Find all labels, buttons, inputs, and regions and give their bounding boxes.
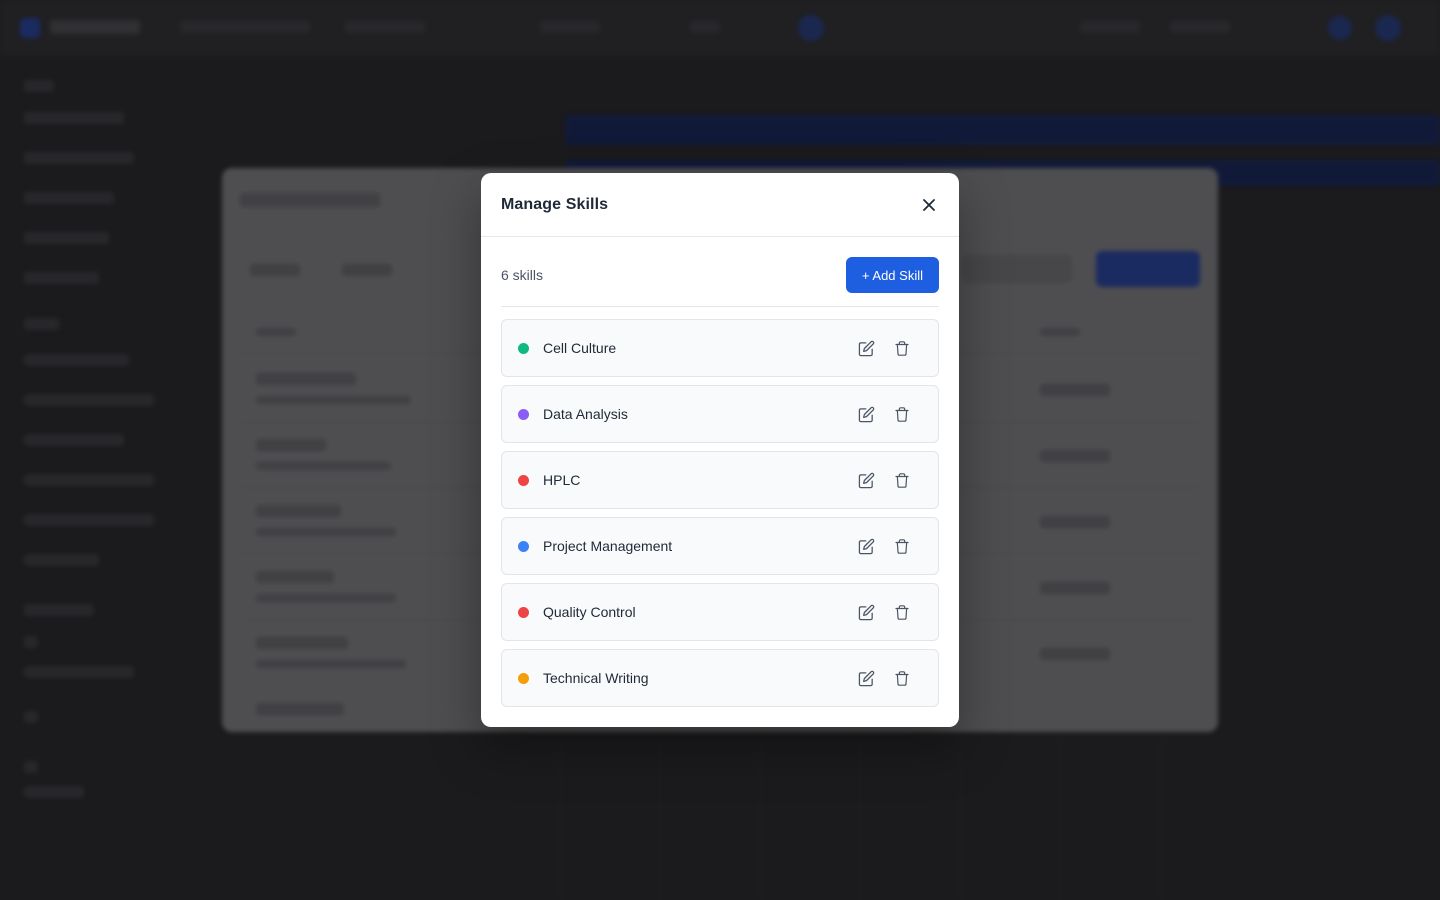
delete-skill-button[interactable]	[888, 664, 916, 692]
trash-icon	[895, 538, 909, 554]
delete-skill-button[interactable]	[888, 598, 916, 626]
trash-icon	[895, 604, 909, 620]
edit-skill-button[interactable]	[852, 598, 880, 626]
skill-actions	[852, 334, 916, 362]
skill-actions	[852, 664, 916, 692]
skill-list: Cell Culture Data Analysis HPLC Project …	[501, 319, 939, 707]
trash-icon	[895, 472, 909, 488]
skill-row: HPLC	[501, 451, 939, 509]
skill-name: Technical Writing	[543, 670, 649, 686]
delete-skill-button[interactable]	[888, 400, 916, 428]
skill-color-dot	[518, 342, 529, 354]
skill-row: Technical Writing	[501, 649, 939, 707]
skill-color-dot	[518, 540, 529, 552]
skill-color-dot	[518, 672, 529, 684]
skill-actions	[852, 466, 916, 494]
skill-color-dot	[518, 606, 529, 618]
toolbar-divider	[501, 306, 939, 307]
delete-skill-button[interactable]	[888, 334, 916, 362]
manage-skills-modal: Manage Skills 6 skills + Add Skill Cell …	[481, 173, 959, 727]
modal-body: 6 skills + Add Skill Cell Culture Data A…	[481, 237, 959, 707]
skill-row: Cell Culture	[501, 319, 939, 377]
trash-icon	[895, 340, 909, 356]
skill-name: Data Analysis	[543, 406, 628, 422]
skills-toolbar: 6 skills + Add Skill	[501, 257, 939, 293]
skill-name: HPLC	[543, 472, 581, 488]
edit-icon	[858, 406, 874, 422]
trash-icon	[895, 406, 909, 422]
skill-count: 6 skills	[501, 267, 544, 283]
skill-name: Quality Control	[543, 604, 636, 620]
skill-actions	[852, 532, 916, 560]
edit-skill-button[interactable]	[852, 664, 880, 692]
delete-skill-button[interactable]	[888, 532, 916, 560]
edit-skill-button[interactable]	[852, 400, 880, 428]
skill-actions	[852, 400, 916, 428]
trash-icon	[895, 670, 909, 686]
add-skill-button[interactable]: + Add Skill	[845, 257, 939, 293]
skill-row: Quality Control	[501, 583, 939, 641]
edit-icon	[858, 670, 874, 686]
skill-actions	[852, 598, 916, 626]
skill-name: Cell Culture	[543, 340, 617, 356]
close-icon	[923, 198, 935, 211]
edit-icon	[858, 538, 874, 554]
edit-skill-button[interactable]	[852, 466, 880, 494]
close-button[interactable]	[915, 191, 943, 219]
skill-color-dot	[518, 408, 529, 420]
skill-name: Project Management	[543, 538, 673, 554]
skill-row: Project Management	[501, 517, 939, 575]
edit-icon	[858, 472, 874, 488]
edit-skill-button[interactable]	[852, 334, 880, 362]
skill-color-dot	[518, 474, 529, 486]
delete-skill-button[interactable]	[888, 466, 916, 494]
edit-icon	[858, 604, 874, 620]
edit-skill-button[interactable]	[852, 532, 880, 560]
modal-title: Manage Skills	[501, 195, 609, 213]
skill-row: Data Analysis	[501, 385, 939, 443]
modal-header: Manage Skills	[481, 173, 959, 237]
edit-icon	[858, 340, 874, 356]
